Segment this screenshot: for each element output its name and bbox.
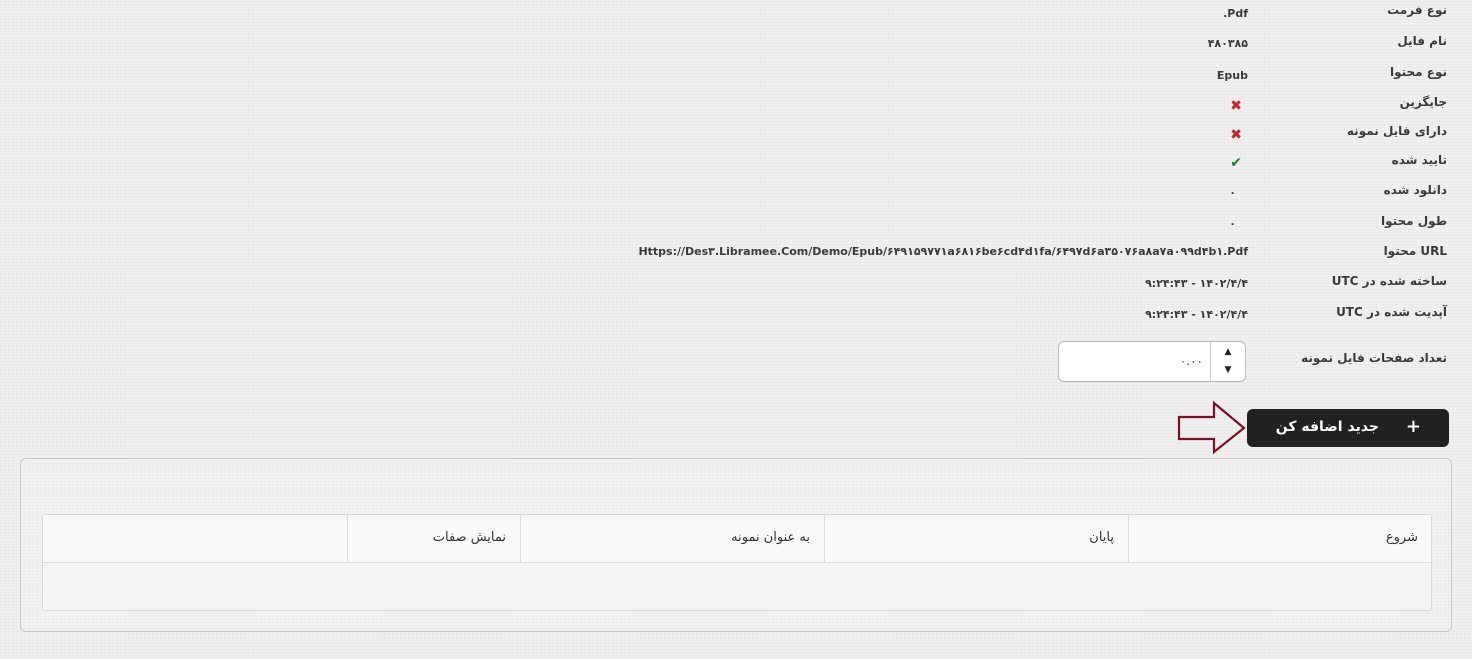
has-sample-label: دارای فایل نمونه: [1346, 124, 1447, 138]
format-type-label: نوع فرمت: [1387, 3, 1447, 17]
replacement-label: جایگزین: [1399, 95, 1447, 109]
approved-check-icon: ✔: [1230, 155, 1242, 171]
table-header: شروع پایان به عنوان نمونه نمایش صفات: [43, 515, 1431, 563]
file-name-label: نام فایل: [1397, 34, 1447, 48]
column-start: شروع: [1128, 515, 1432, 562]
content-type-value: Epub: [1216, 69, 1248, 82]
column-as-sample: به عنوان نمونه: [520, 515, 824, 562]
sample-ranges-table: شروع پایان به عنوان نمونه نمایش صفات: [42, 514, 1432, 611]
updated-utc-label: آپدیت شده در UTC: [1336, 305, 1447, 319]
add-new-button[interactable]: + جدید اضافه کن: [1247, 409, 1449, 447]
spinner-up-icon[interactable]: ▲: [1211, 343, 1245, 362]
sample-pages-input[interactable]: ۰.۰۰ ▲ ▼: [1058, 341, 1246, 382]
has-sample-cross-icon: ✖: [1230, 127, 1242, 143]
column-as-sample-label: به عنوان نمونه: [731, 530, 810, 545]
plus-icon: +: [1405, 416, 1421, 437]
sample-ranges-panel: شروع پایان به عنوان نمونه نمایش صفات: [20, 458, 1452, 632]
content-length-value: ۰: [1229, 217, 1236, 230]
sample-pages-label: تعداد صفحات فایل نمونه: [1301, 351, 1447, 365]
content-type-label: نوع محتوا: [1389, 65, 1447, 79]
downloaded-value: ۰: [1229, 186, 1236, 199]
column-end-label: پایان: [1089, 530, 1114, 545]
approved-label: تایید شده: [1391, 153, 1447, 167]
file-name-value: ۴۸۰۳۸۵: [1207, 37, 1248, 50]
column-end: پایان: [824, 515, 1128, 562]
column-show-attributes: نمایش صفات: [347, 515, 520, 562]
column-actions: [43, 515, 347, 562]
created-utc-label: ساخته شده در UTC: [1331, 274, 1447, 288]
downloaded-label: دانلود شده: [1383, 183, 1447, 197]
add-new-button-label: جدید اضافه کن: [1275, 419, 1379, 435]
sample-pages-value[interactable]: ۰.۰۰: [1099, 354, 1203, 368]
content-url-value: Https://Des۳.Libramee.Com/Demo/Epub/۶۴۹۱…: [638, 245, 1248, 258]
spinner-down-icon[interactable]: ▼: [1211, 361, 1245, 380]
column-start-label: شروع: [1385, 530, 1418, 545]
sample-pages-spinner[interactable]: ▲ ▼: [1210, 342, 1245, 381]
pointer-arrow-icon: [1177, 400, 1246, 455]
content-length-label: طول محتوا: [1380, 214, 1447, 228]
content-url-label: URL محتوا: [1383, 244, 1447, 258]
column-show-attributes-label: نمایش صفات: [432, 530, 506, 545]
format-type-value: .Pdf: [1223, 7, 1248, 20]
replacement-cross-icon: ✖: [1230, 98, 1242, 114]
created-utc-value: ۹:۲۴:۴۳ - ۱۴۰۲/۴/۴: [1145, 277, 1248, 290]
updated-utc-value: ۹:۲۴:۴۳ - ۱۴۰۲/۴/۴: [1145, 308, 1248, 321]
